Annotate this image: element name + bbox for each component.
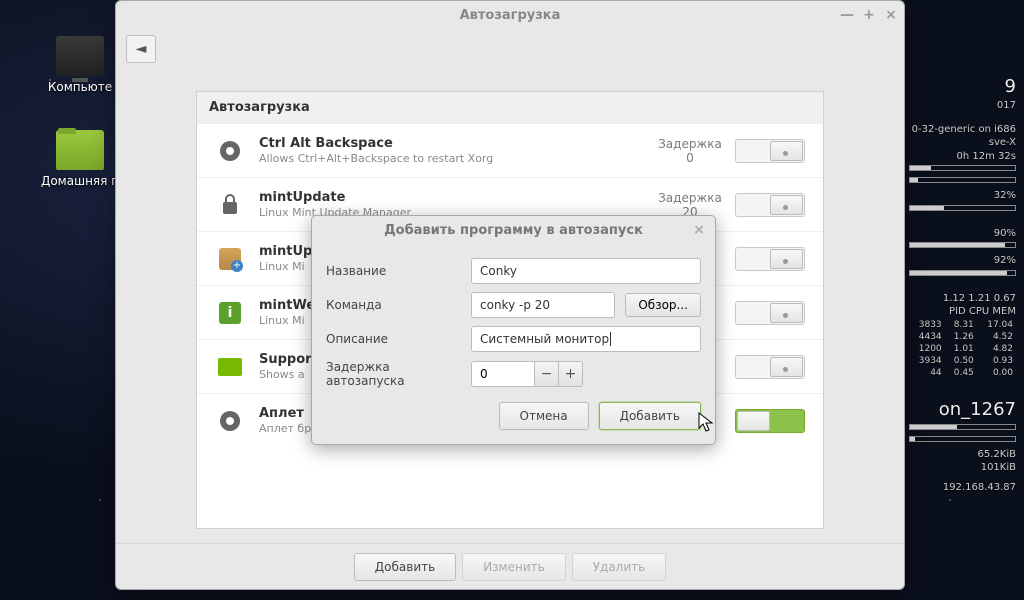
label-desc: Описание — [326, 332, 461, 346]
add-program-dialog: Добавить программу в автозапуск × Назван… — [311, 215, 716, 445]
item-delay: Задержка0 — [645, 137, 735, 165]
delete-button[interactable]: Удалить — [572, 553, 667, 581]
window-titlebar[interactable]: Автозагрузка — + × — [116, 1, 904, 29]
label-name: Название — [326, 264, 461, 278]
conky-widget: 9 017 0-32-generic on i686 sve-X 0h 12m … — [909, 75, 1024, 494]
nvidia-icon — [218, 358, 242, 376]
maximize-icon[interactable]: + — [862, 1, 876, 29]
name-input[interactable]: Conky — [471, 258, 701, 284]
list-item[interactable]: Ctrl Alt Backspace Allows Ctrl+Alt+Backs… — [197, 123, 823, 177]
toggle-switch[interactable] — [735, 301, 805, 325]
edit-button[interactable]: Изменить — [462, 553, 566, 581]
desktop-icon-label: Домашняя п — [40, 174, 120, 188]
chevron-left-icon: ◄ — [136, 41, 147, 57]
gear-icon — [220, 411, 240, 431]
item-title: Ctrl Alt Backspace — [259, 136, 645, 151]
close-icon[interactable]: × — [884, 1, 898, 29]
gear-icon — [220, 141, 240, 161]
toggle-switch[interactable] — [735, 139, 805, 163]
section-header: Автозагрузка — [197, 92, 823, 123]
stepper-plus-button[interactable]: + — [559, 361, 583, 387]
submit-button[interactable]: Добавить — [599, 402, 701, 430]
item-subtitle: Allows Ctrl+Alt+Backspace to restart Xor… — [259, 152, 645, 165]
desc-input[interactable]: Системный монитор — [471, 326, 701, 352]
browse-button[interactable]: Обзор... — [625, 293, 701, 317]
desktop-icon-computer[interactable]: Компьюте — [40, 36, 120, 94]
delay-stepper: 0 − + — [471, 361, 583, 387]
minimize-icon[interactable]: — — [840, 1, 854, 29]
desktop-icon-label: Компьюте — [40, 80, 120, 94]
desktop-icon-home[interactable]: Домашняя п — [40, 130, 120, 188]
info-icon: i — [219, 302, 241, 324]
window-title: Автозагрузка — [460, 8, 561, 23]
toggle-switch[interactable] — [735, 355, 805, 379]
back-button[interactable]: ◄ — [126, 35, 156, 63]
dialog-title: Добавить программу в автозапуск — [384, 223, 643, 238]
command-input[interactable]: conky -p 20 — [471, 292, 615, 318]
toggle-switch[interactable] — [735, 247, 805, 271]
toggle-switch[interactable] — [735, 409, 805, 433]
toggle-switch[interactable] — [735, 193, 805, 217]
monitor-icon — [56, 36, 104, 76]
delay-value[interactable]: 0 — [471, 361, 535, 387]
package-plus-icon — [219, 248, 241, 270]
item-title: mintUpdate — [259, 190, 645, 205]
label-delay: Задержка автозапуска — [326, 360, 461, 388]
window-action-bar: Добавить Изменить Удалить — [116, 543, 904, 589]
close-icon[interactable]: × — [693, 222, 705, 238]
add-button[interactable]: Добавить — [354, 553, 456, 581]
dialog-titlebar[interactable]: Добавить программу в автозапуск × — [312, 216, 715, 244]
cancel-button[interactable]: Отмена — [499, 402, 589, 430]
lock-icon — [223, 202, 237, 214]
label-command: Команда — [326, 298, 461, 312]
folder-home-icon — [56, 130, 104, 170]
stepper-minus-button[interactable]: − — [535, 361, 559, 387]
window-toolbar: ◄ — [116, 29, 904, 69]
